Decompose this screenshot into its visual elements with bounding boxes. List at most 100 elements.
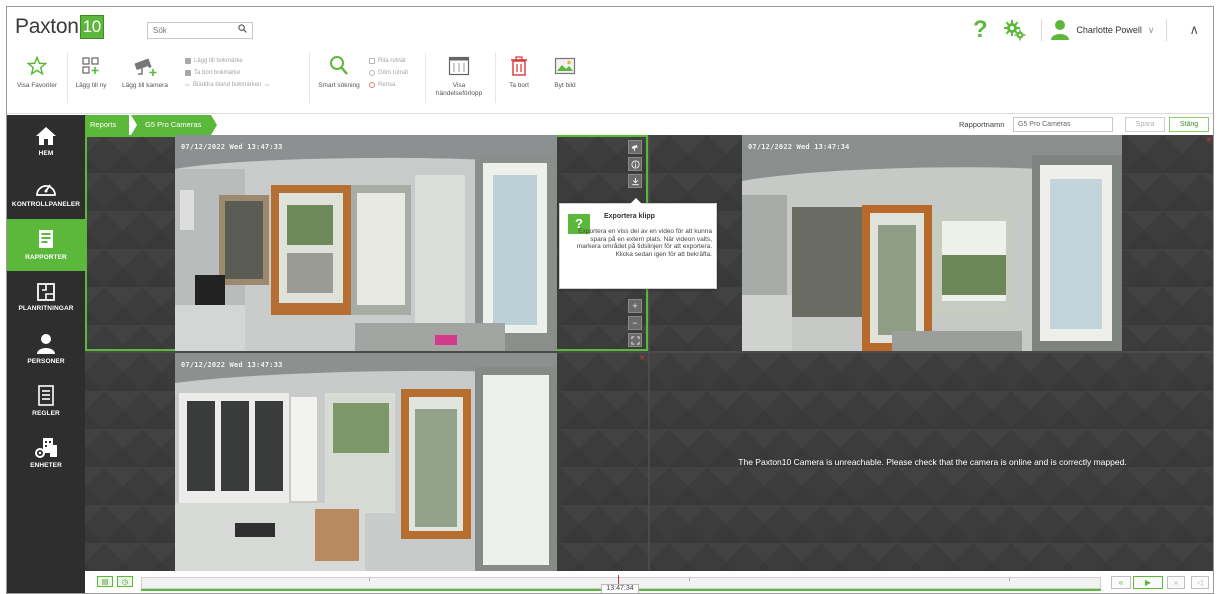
volume-icon[interactable]: ◁ bbox=[1191, 576, 1209, 589]
ribbon-toolbar: Visa Favoriter Lägg till ny Lägg till ka… bbox=[7, 47, 1213, 114]
clear-icon bbox=[369, 82, 375, 88]
arrow-right-icon: ⇒ bbox=[264, 82, 270, 89]
remove-bookmark-item[interactable]: Ta bort bokmärke bbox=[185, 67, 269, 79]
magnifier-icon bbox=[329, 53, 349, 79]
add-grid-icon bbox=[81, 53, 101, 79]
camera-tile-3[interactable]: 07/12/2022 Wed 13:47:33 ✕ bbox=[85, 353, 648, 571]
camera-2-timestamp: 07/12/2022 Wed 13:47:34 bbox=[748, 143, 850, 151]
camera-feed-2 bbox=[742, 135, 1122, 351]
skip-forward-icon[interactable]: » bbox=[1167, 576, 1185, 589]
save-button[interactable]: Spara bbox=[1125, 117, 1165, 132]
user-name[interactable]: Charlotte Powell bbox=[1076, 25, 1142, 35]
browse-bookmarks-item[interactable]: ⇐ Bläddra bland bokmärken ⇒ bbox=[185, 79, 269, 91]
person-icon bbox=[37, 334, 55, 354]
close-tile-icon[interactable]: ✕ bbox=[639, 354, 645, 362]
grid-group: Rita rutnät Göm rutnät Rensa bbox=[369, 55, 408, 91]
report-name-label: Rapportnamn bbox=[959, 120, 1005, 129]
browse-bookmarks-label: Bläddra bland bokmärken bbox=[193, 82, 262, 88]
bookmark-group: Lägg till bokmärke Ta bort bokmärke ⇐ Blä… bbox=[185, 55, 269, 91]
sidebar-item-label: ENHETER bbox=[30, 462, 62, 469]
camera-feed-3 bbox=[175, 353, 557, 571]
close-button[interactable]: Stäng bbox=[1169, 117, 1209, 132]
ribbon-divider bbox=[425, 53, 426, 103]
add-bookmark-item[interactable]: Lägg till bokmärke bbox=[185, 55, 269, 67]
camera-add-icon bbox=[132, 53, 158, 79]
sidebar-item-kontrollpaneler[interactable]: KONTROLLPANELER bbox=[7, 167, 85, 219]
grid-hide-icon bbox=[369, 70, 375, 76]
play-icon[interactable]: ▶ bbox=[1133, 576, 1163, 589]
zoom-out-icon[interactable]: − bbox=[628, 316, 642, 330]
timeline-tick bbox=[1009, 578, 1010, 581]
tooltip-title: Exportera klipp bbox=[604, 213, 655, 220]
arrow-left-icon: ⇐ bbox=[185, 82, 191, 89]
paxton-logo[interactable]: Paxton 10 bbox=[15, 15, 104, 39]
sidebar-item-hem[interactable]: HEM bbox=[7, 115, 85, 167]
image-icon bbox=[554, 53, 576, 79]
floorplan-icon bbox=[37, 283, 55, 301]
remove-bookmark-label: Ta bort bokmärke bbox=[194, 70, 241, 76]
close-tile-icon[interactable]: ✕ bbox=[1206, 136, 1212, 144]
timeline-bar: ▤ ◷ 13:47:34 « ▶ » ◁ bbox=[85, 571, 1213, 593]
devices-icon bbox=[35, 438, 57, 458]
search-input[interactable]: Sök bbox=[147, 22, 253, 39]
grid-draw-icon bbox=[369, 58, 375, 64]
draw-grid-label: Rita rutnät bbox=[378, 58, 406, 64]
timeline-current-time: 13:47:34 bbox=[601, 584, 639, 593]
rules-icon bbox=[38, 385, 54, 406]
sidebar-item-rapporter[interactable]: RAPPORTER bbox=[7, 219, 85, 271]
camera-tile-4[interactable]: The Paxton10 Camera is unreachable. Plea… bbox=[650, 353, 1213, 571]
breadcrumb-reports[interactable]: Reports bbox=[85, 115, 129, 135]
camera-unreachable-message: The Paxton10 Camera is unreachable. Plea… bbox=[738, 457, 1127, 467]
camera-feed-1 bbox=[175, 135, 557, 351]
hide-grid-item[interactable]: Göm rutnät bbox=[369, 67, 408, 79]
clear-label: Rensa bbox=[378, 82, 396, 88]
info-icon[interactable] bbox=[628, 157, 642, 171]
add-new-button[interactable]: Lägg till ny bbox=[71, 53, 111, 90]
sidebar-item-label: HEM bbox=[38, 150, 54, 157]
breadcrumb-current[interactable]: G5 Pro Cameras bbox=[131, 115, 217, 135]
zoom-in-icon[interactable]: + bbox=[628, 299, 642, 313]
collapse-ribbon-icon[interactable]: ∧ bbox=[1189, 22, 1199, 38]
settings-gear-icon[interactable] bbox=[1003, 19, 1029, 41]
change-image-button[interactable]: Byt bild bbox=[547, 53, 583, 90]
star-icon bbox=[27, 53, 47, 79]
timeline-list-icon[interactable]: ▤ bbox=[97, 576, 113, 587]
sidebar-item-label: KONTROLLPANELER bbox=[11, 201, 81, 208]
draw-grid-item[interactable]: Rita rutnät bbox=[369, 55, 408, 67]
delete-button[interactable]: Ta bort bbox=[499, 53, 539, 90]
add-camera-label: Lägg till kamera bbox=[122, 82, 168, 89]
search-icon[interactable] bbox=[238, 24, 247, 36]
show-timeline-button[interactable]: Visa händelseförlopp bbox=[429, 53, 489, 98]
smart-search-button[interactable]: Smart sökning bbox=[313, 53, 365, 90]
sidebar-item-planritningar[interactable]: PLANRITNINGAR bbox=[7, 271, 85, 323]
export-download-icon[interactable] bbox=[628, 174, 642, 188]
show-favorites-button[interactable]: Visa Favoriter bbox=[11, 53, 63, 90]
camera-settings-icon[interactable] bbox=[628, 140, 642, 154]
fullscreen-icon[interactable] bbox=[628, 333, 642, 347]
timeline-window-icon bbox=[448, 53, 470, 79]
add-new-label: Lägg till ny bbox=[75, 82, 107, 89]
app-window: Paxton 10 Sök ? Charlotte Powell ∨ ∧ Vis… bbox=[6, 6, 1214, 594]
timeline-clock-icon[interactable]: ◷ bbox=[117, 576, 133, 587]
timeline-tick bbox=[369, 578, 370, 581]
header-divider bbox=[1041, 19, 1043, 41]
camera-grid: 07/12/2022 Wed 13:47:33 + − 07/12/2022 W… bbox=[85, 135, 1213, 571]
delete-label: Ta bort bbox=[509, 82, 529, 89]
header-right: ? Charlotte Powell ∨ ∧ bbox=[967, 16, 1213, 44]
sidebar-item-label: PLANRITNINGAR bbox=[18, 305, 74, 312]
report-name-input[interactable]: G5 Pro Cameras bbox=[1013, 117, 1113, 132]
user-menu-chevron-icon[interactable]: ∨ bbox=[1148, 25, 1155, 36]
add-camera-button[interactable]: Lägg till kamera bbox=[117, 53, 173, 90]
sidebar-item-label: PERSONER bbox=[27, 358, 65, 365]
sidebar-item-regler[interactable]: REGLER bbox=[7, 375, 85, 427]
rewind-icon[interactable]: « bbox=[1111, 576, 1131, 589]
top-bar: Paxton 10 Sök ? Charlotte Powell ∨ ∧ bbox=[7, 7, 1213, 47]
sidebar-item-personer[interactable]: PERSONER bbox=[7, 323, 85, 375]
user-avatar-icon[interactable] bbox=[1050, 19, 1070, 41]
camera-tile-2[interactable]: 07/12/2022 Wed 13:47:34 ✕ bbox=[650, 135, 1213, 351]
ribbon-divider bbox=[309, 53, 310, 103]
sidebar-item-enheter[interactable]: ENHETER bbox=[7, 427, 85, 479]
clear-item[interactable]: Rensa bbox=[369, 79, 408, 91]
logo-text: Paxton bbox=[15, 15, 79, 38]
help-icon[interactable]: ? bbox=[967, 16, 993, 44]
